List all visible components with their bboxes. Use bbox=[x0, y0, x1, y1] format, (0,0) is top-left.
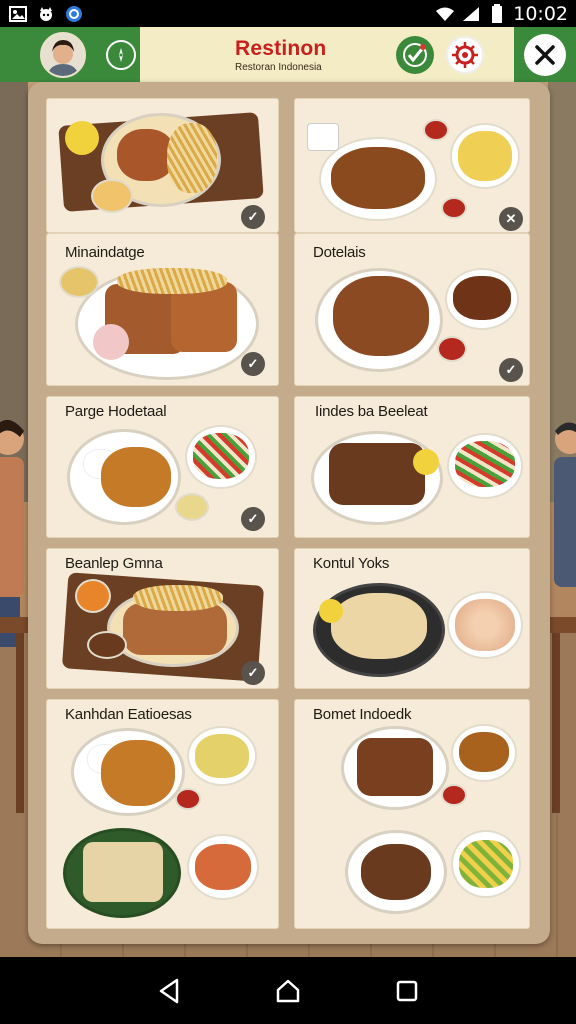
diner-left-figure bbox=[0, 420, 24, 647]
selected-check-icon[interactable]: ✓ bbox=[499, 358, 523, 382]
gallery-icon bbox=[8, 5, 28, 23]
selected-check-icon[interactable]: ✓ bbox=[241, 507, 265, 531]
signal-icon bbox=[461, 5, 481, 23]
header-title-area: Restinon Restoran Indonesia bbox=[140, 27, 514, 82]
header-left bbox=[0, 27, 140, 82]
back-triangle-icon bbox=[160, 978, 179, 1003]
close-button[interactable] bbox=[524, 33, 566, 76]
recents-button[interactable] bbox=[392, 976, 422, 1006]
menu-card[interactable]: Bomet Indoedk bbox=[294, 699, 530, 929]
dish-label: Bomet Indoedk bbox=[313, 706, 412, 723]
back-button[interactable] bbox=[154, 976, 184, 1006]
menu-board: ✓ ✕ Minaindatge ✓ Dotelais ✓ Parge Hodet… bbox=[28, 82, 550, 944]
home-button[interactable] bbox=[273, 976, 303, 1006]
menu-card[interactable]: Iindes ba Beeleat bbox=[294, 396, 530, 538]
clock: 10:02 bbox=[513, 2, 568, 25]
diner-right-figure bbox=[554, 422, 576, 587]
selected-check-icon[interactable]: ✓ bbox=[241, 661, 265, 685]
header-right bbox=[514, 27, 576, 82]
dish-label: Beanlep Gmna bbox=[65, 555, 163, 572]
compass-icon[interactable] bbox=[106, 39, 136, 70]
gear-icon[interactable] bbox=[446, 35, 484, 74]
status-bar: 10:02 bbox=[0, 0, 576, 27]
home-icon bbox=[276, 979, 300, 1002]
dish-label: Dotelais bbox=[313, 244, 366, 261]
table-right bbox=[546, 617, 576, 813]
deselect-x-icon[interactable]: ✕ bbox=[499, 207, 523, 231]
dish-label: Kanhdan Eatioesas bbox=[65, 706, 192, 723]
cat-icon bbox=[36, 5, 56, 23]
dish-label: Parge Hodetaal bbox=[65, 403, 167, 420]
shield-icon bbox=[64, 5, 84, 23]
close-icon bbox=[535, 44, 555, 65]
menu-card[interactable]: ✕ bbox=[294, 98, 530, 233]
wifi-icon bbox=[435, 5, 455, 23]
menu-card[interactable]: ✓ bbox=[46, 98, 279, 233]
recents-square-icon bbox=[396, 980, 417, 1001]
app-header: Restinon Restoran Indonesia bbox=[0, 27, 576, 82]
app-screen: 10:02 Restinon Restoran Indonesia ✓ ✕ Mi… bbox=[0, 0, 576, 1024]
selected-check-icon[interactable]: ✓ bbox=[241, 205, 265, 229]
menu-card[interactable]: Minaindatge ✓ bbox=[46, 233, 279, 386]
dish-label: Minaindatge bbox=[65, 244, 145, 261]
menu-card[interactable]: Parge Hodetaal ✓ bbox=[46, 396, 279, 538]
menu-card[interactable]: Beanlep Gmna ✓ bbox=[46, 548, 279, 689]
selected-check-icon[interactable]: ✓ bbox=[241, 352, 265, 376]
table-left bbox=[0, 617, 30, 813]
battery-icon bbox=[487, 3, 507, 23]
menu-card[interactable]: Kanhdan Eatioesas bbox=[46, 699, 279, 929]
dish-label: Kontul Yoks bbox=[313, 555, 390, 572]
avatar[interactable] bbox=[40, 31, 86, 78]
system-navigation-bar bbox=[0, 957, 576, 1024]
dish-label: Iindes ba Beeleat bbox=[315, 403, 428, 420]
menu-card[interactable]: Dotelais ✓ bbox=[294, 233, 530, 386]
menu-card[interactable]: Kontul Yoks bbox=[294, 548, 530, 689]
check-leaf-icon[interactable] bbox=[396, 35, 434, 74]
